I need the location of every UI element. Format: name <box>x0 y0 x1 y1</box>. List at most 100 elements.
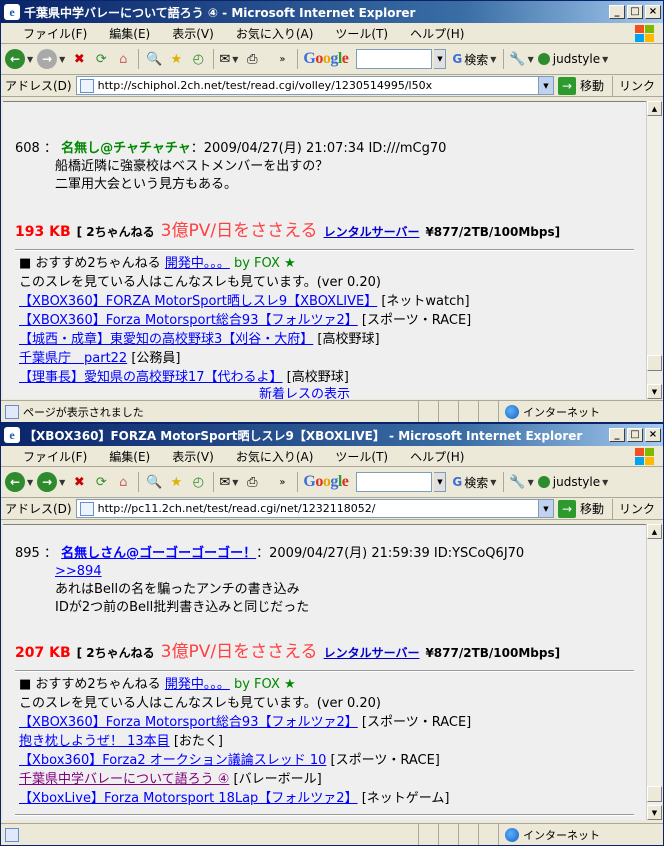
go-button[interactable]: → 移動 <box>557 499 604 518</box>
favorites-star-icon[interactable]: ★ <box>166 471 186 493</box>
wrench-icon[interactable]: 🔧 ▼ <box>509 471 535 493</box>
history-icon[interactable]: ◴ <box>188 48 208 70</box>
back-arrow-icon: ← <box>5 49 25 69</box>
ad-pv-link[interactable]: 3億PV/日をささえる <box>161 216 318 241</box>
address-label: アドレス(D) <box>5 79 72 93</box>
stop-button[interactable]: ✖ <box>69 471 89 493</box>
refresh-button[interactable]: ⟳ <box>91 471 111 493</box>
ad-line: 193 KB [ 2ちゃんねる 3億PV/日をささえる レンタルサーバー ¥87… <box>3 216 646 241</box>
vertical-scrollbar[interactable]: ▲ ▼ <box>646 524 662 820</box>
ad-pv-link[interactable]: 3億PV/日をささえる <box>161 637 318 662</box>
menu-help[interactable]: ヘルプ(H) <box>398 25 474 42</box>
thread-link-visited[interactable]: 千葉県中学バレーについて語ろう ④ <box>19 772 229 787</box>
dev-link[interactable]: 開発中。。。 <box>165 256 230 271</box>
back-button[interactable]: ← ▼ <box>5 471 35 493</box>
links-button[interactable]: リンク <box>611 498 663 519</box>
reply-anchor-link[interactable]: >>894 <box>55 564 102 579</box>
menu-help[interactable]: ヘルプ(H) <box>398 448 474 465</box>
thread-link[interactable]: 【XboxLive】Forza Motorsport 18Lap【フォルツァ2】 <box>19 791 358 806</box>
poster-name-link[interactable]: 名無しさん@ゴーゴーゴーゴー！ <box>61 546 256 561</box>
menu-tools[interactable]: ツール(T) <box>323 25 398 42</box>
address-dropdown[interactable]: ▼ <box>537 77 553 94</box>
scroll-up-button[interactable]: ▲ <box>647 524 662 539</box>
by-fox: by FOX <box>233 256 280 271</box>
menu-favorites[interactable]: お気に入り(A) <box>224 448 324 465</box>
mail-icon[interactable]: ✉ ▼ <box>219 471 240 493</box>
list-item: 【Xbox360】Forza2 オークション議論スレッド 10 [スポーツ・RA… <box>19 753 440 768</box>
title-bar[interactable]: e 【XBOX360】FORZA MotorSport晒しスレ9【XBOXLIV… <box>1 424 663 446</box>
resize-grip[interactable] <box>649 401 663 422</box>
maximize-button[interactable]: □ <box>627 5 643 19</box>
address-dropdown[interactable]: ▼ <box>537 500 553 517</box>
judstyle-icon <box>537 476 550 488</box>
go-button[interactable]: → 移動 <box>557 76 604 95</box>
search-icon[interactable]: 🔍 <box>144 471 164 493</box>
scroll-down-button[interactable]: ▼ <box>647 384 662 399</box>
menu-file[interactable]: ファイル(F) <box>11 448 97 465</box>
back-button[interactable]: ← ▼ <box>5 48 35 70</box>
address-input[interactable]: http://schiphol.2ch.net/test/read.cgi/vo… <box>75 76 554 95</box>
thread-link[interactable]: 千葉県庁 part22 <box>19 351 127 366</box>
menu-view[interactable]: 表示(V) <box>160 25 224 42</box>
thread-link[interactable]: 【XBOX360】Forza Motorsport総合93【フォルツァ2】 <box>19 715 358 730</box>
minimize-button[interactable]: _ <box>609 428 625 442</box>
scroll-thumb[interactable] <box>647 786 662 802</box>
stop-button[interactable]: ✖ <box>69 48 89 70</box>
address-input[interactable]: http://pc11.2ch.net/test/read.cgi/net/12… <box>75 499 554 518</box>
forward-button[interactable]: → ▼ <box>37 48 67 70</box>
home-button[interactable]: ⌂ <box>113 471 133 493</box>
thread-link[interactable]: 【城西・成章】東愛知の高校野球3【刈谷・大府】 <box>19 332 313 347</box>
wrench-icon[interactable]: 🔧 ▼ <box>509 48 535 70</box>
toolbar-overflow-chevron[interactable]: » <box>272 48 292 70</box>
refresh-button[interactable]: ⟳ <box>91 48 111 70</box>
page-icon <box>79 78 94 93</box>
google-search-dropdown[interactable]: ▼ <box>434 49 447 69</box>
menu-favorites[interactable]: お気に入り(A) <box>224 25 324 42</box>
status-bar: ページが表示されました インターネット <box>1 400 663 422</box>
google-search-input[interactable] <box>356 49 433 69</box>
window-title: 【XBOX360】FORZA MotorSport晒しスレ9【XBOXLIVE】… <box>24 428 583 443</box>
menu-file[interactable]: ファイル(F) <box>11 25 97 42</box>
close-button[interactable]: × <box>645 5 661 19</box>
scroll-down-button[interactable]: ▼ <box>647 805 662 820</box>
thread-link[interactable]: 【理事長】愛知県の高校野球17【代わるよ】 <box>19 370 283 385</box>
print-icon[interactable]: ⎙ <box>242 48 262 70</box>
judstyle-button[interactable]: judstyle ▼ <box>537 48 611 70</box>
thread-link[interactable]: 【XBOX360】Forza Motorsport総合93【フォルツァ2】 <box>19 313 358 328</box>
post-number[interactable]: 895 <box>15 546 40 561</box>
post-number[interactable]: 608 <box>15 141 40 156</box>
dev-link[interactable]: 開発中。。。 <box>165 677 230 692</box>
google-search-dropdown[interactable]: ▼ <box>434 472 447 492</box>
scroll-thumb[interactable] <box>647 355 662 371</box>
ad-rental-link[interactable]: レンタルサーバー <box>324 223 420 240</box>
google-search-button[interactable]: G 検索 ▼ <box>452 48 498 70</box>
thread-link[interactable]: 抱き枕しようぜ！ 13本目 <box>19 734 170 749</box>
title-bar[interactable]: e 千葉県中学バレーについて語ろう ④ - Microsoft Internet… <box>1 1 663 23</box>
menu-tools[interactable]: ツール(T) <box>323 448 398 465</box>
close-button[interactable]: × <box>645 428 661 442</box>
print-icon[interactable]: ⎙ <box>242 471 262 493</box>
history-icon[interactable]: ◴ <box>188 471 208 493</box>
thread-link[interactable]: 【XBOX360】FORZA MotorSport晒しスレ9【XBOXLIVE】 <box>19 294 377 309</box>
vertical-scrollbar[interactable]: ▲ ▼ <box>646 101 662 399</box>
minimize-button[interactable]: _ <box>609 5 625 19</box>
new-posts-link[interactable]: 新着レスの表示 <box>259 387 350 399</box>
resize-grip[interactable] <box>649 824 663 845</box>
google-search-input[interactable] <box>356 472 433 492</box>
maximize-button[interactable]: □ <box>627 428 643 442</box>
menu-edit[interactable]: 編集(E) <box>97 448 160 465</box>
forward-button[interactable]: → ▼ <box>37 471 67 493</box>
menu-view[interactable]: 表示(V) <box>160 448 224 465</box>
thread-link[interactable]: 【Xbox360】Forza2 オークション議論スレッド 10 <box>19 753 326 768</box>
ad-rental-link[interactable]: レンタルサーバー <box>324 644 420 661</box>
judstyle-button[interactable]: judstyle ▼ <box>537 471 611 493</box>
menu-edit[interactable]: 編集(E) <box>97 25 160 42</box>
search-icon[interactable]: 🔍 <box>144 48 164 70</box>
scroll-up-button[interactable]: ▲ <box>647 101 662 116</box>
mail-icon[interactable]: ✉ ▼ <box>219 48 240 70</box>
toolbar-overflow-chevron[interactable]: » <box>272 471 292 493</box>
home-button[interactable]: ⌂ <box>113 48 133 70</box>
favorites-star-icon[interactable]: ★ <box>166 48 186 70</box>
google-search-button[interactable]: G 検索 ▼ <box>452 471 498 493</box>
links-button[interactable]: リンク <box>611 75 663 96</box>
